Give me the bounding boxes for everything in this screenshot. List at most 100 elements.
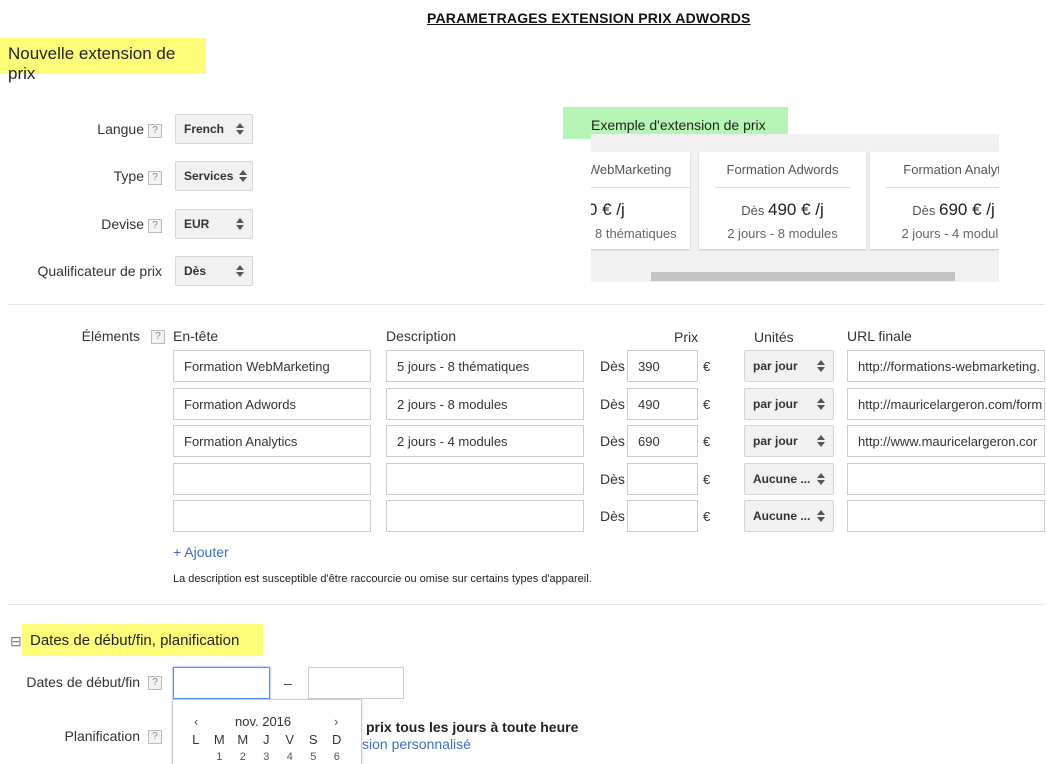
calendar-weekdays: L M M J V S D	[184, 732, 349, 747]
row-description-input[interactable]: 5 jours - 8 thématiques	[386, 350, 584, 382]
select-arrows-icon	[817, 398, 825, 410]
row-header-input[interactable]: Formation WebMarketing	[173, 350, 371, 382]
devise-label: Devise	[101, 216, 144, 232]
weekday-label: V	[285, 732, 295, 747]
planning-help-icon[interactable]: ?	[148, 730, 162, 744]
devise-help-icon[interactable]: ?	[148, 219, 162, 233]
example-scrollbar[interactable]	[651, 272, 955, 281]
calendar-day[interactable]: 3	[255, 751, 279, 763]
langue-label: Langue	[97, 121, 144, 137]
row-unit-select[interactable]: Aucune ...	[744, 463, 834, 495]
row-url-input[interactable]	[847, 500, 1045, 532]
type-label: Type	[113, 168, 144, 184]
start-date-input[interactable]	[173, 667, 270, 699]
row-url-input[interactable]: http://mauricelargeron.com/form	[847, 388, 1045, 420]
weekday-label: M	[237, 732, 249, 747]
weekday-label: L	[192, 732, 200, 747]
column-header-description: Description	[386, 328, 457, 344]
example-card-sub: 2 jours - 8 modules	[727, 226, 838, 241]
section-title-new-extension: Nouvelle extension de prix	[0, 38, 206, 83]
weekday-label: D	[332, 732, 342, 747]
planning-label: Planification	[64, 728, 141, 744]
calendar-month: nov. 2016	[235, 714, 292, 729]
qualificateur-label: Qualificateur de prix	[37, 263, 162, 279]
price-prefix: Dès	[600, 396, 625, 412]
row-header-input[interactable]: Formation Analytics	[173, 425, 371, 457]
dates-label: Dates de début/fin	[26, 674, 140, 690]
qualificateur-select[interactable]: Dès	[175, 256, 253, 286]
example-card-sub: 2 jours - 4 module	[901, 226, 999, 241]
elements-label: Éléments	[81, 328, 140, 344]
langue-select[interactable]: French	[175, 114, 253, 144]
calendar-day[interactable]: 1	[208, 751, 232, 763]
section-title-dates: Dates de début/fin, planification	[22, 624, 263, 656]
type-select[interactable]: Services	[175, 161, 253, 191]
currency-symbol: €	[703, 397, 711, 412]
langue-help-icon[interactable]: ?	[148, 124, 162, 138]
row-price-input[interactable]: 490	[627, 388, 698, 420]
row-header-input[interactable]	[173, 500, 371, 532]
currency-symbol: €	[703, 472, 711, 487]
elements-help-icon[interactable]: ?	[151, 330, 165, 344]
add-element-link[interactable]: + Ajouter	[173, 544, 229, 560]
row-price-input[interactable]	[627, 463, 698, 495]
row-url-input[interactable]: http://formations-webmarketing.	[847, 350, 1045, 382]
column-header-url: URL finale	[847, 328, 912, 344]
calendar-week: 1 2 3 4 5 6	[184, 751, 349, 763]
calendar-next-icon[interactable]: ›	[334, 714, 338, 729]
row-price-input[interactable]	[627, 500, 698, 532]
planning-text: prix tous les jours à toute heure	[366, 719, 579, 735]
type-help-icon[interactable]: ?	[148, 171, 162, 185]
planning-custom-link[interactable]: sion personnalisé	[362, 736, 471, 752]
row-price-input[interactable]: 690	[627, 425, 698, 457]
row-url-input[interactable]: http://www.mauricelargeron.cor	[847, 425, 1045, 457]
row-price-input[interactable]: 390	[627, 350, 698, 382]
row-description-input[interactable]: 2 jours - 8 modules	[386, 388, 584, 420]
row-unit-select[interactable]: par jour	[744, 425, 834, 457]
date-picker: ‹ nov. 2016 › L M M J V S D 1 2 3 4 5 6	[172, 699, 362, 764]
row-description-input[interactable]	[386, 463, 584, 495]
select-arrows-icon	[239, 170, 248, 182]
row-unit-select[interactable]: par jour	[744, 388, 834, 420]
price-prefix: Dès	[600, 358, 625, 374]
select-arrows-icon	[817, 435, 825, 447]
row-header-input[interactable]: Formation Adwords	[173, 388, 371, 420]
row-header-input[interactable]	[173, 463, 371, 495]
end-date-input[interactable]	[308, 667, 404, 699]
select-arrows-icon	[236, 265, 244, 277]
example-card: Formation Analyti Dès 690 € /j 2 jours -…	[870, 152, 999, 249]
example-card: Formation Adwords Dès 490 € /j 2 jours -…	[699, 152, 866, 249]
currency-symbol: €	[703, 434, 711, 449]
price-prefix: Dès	[600, 508, 625, 524]
page-title: PARAMETRAGES EXTENSION PRIX ADWORDS	[427, 10, 751, 26]
row-url-input[interactable]	[847, 463, 1045, 495]
currency-symbol: €	[703, 359, 711, 374]
example-card-price: Dès 490 € /j	[741, 200, 824, 219]
calendar-prev-icon[interactable]: ‹	[194, 714, 198, 729]
row-description-input[interactable]: 2 jours - 4 modules	[386, 425, 584, 457]
calendar-day[interactable]: 2	[231, 751, 255, 763]
select-arrows-icon	[817, 510, 825, 522]
calendar-day[interactable]: 6	[325, 751, 349, 763]
example-preview: n WebMarketing 390 € /j 8 thématiques Fo…	[591, 134, 999, 282]
weekday-label: S	[308, 732, 318, 747]
weekday-label: M	[213, 732, 225, 747]
collapse-toggle-icon[interactable]: ⊟	[10, 633, 22, 650]
calendar-day[interactable]	[184, 751, 208, 763]
row-description-input[interactable]	[386, 500, 584, 532]
devise-select[interactable]: EUR	[175, 209, 253, 239]
calendar-day[interactable]: 4	[278, 751, 302, 763]
example-card-header: Formation Adwords	[715, 152, 850, 188]
example-card-header: n WebMarketing	[591, 152, 690, 188]
row-unit-select[interactable]: par jour	[744, 350, 834, 382]
date-range-dash: –	[284, 675, 292, 691]
calendar-day[interactable]: 5	[302, 751, 326, 763]
select-arrows-icon	[817, 360, 825, 372]
select-arrows-icon	[236, 218, 244, 230]
dates-help-icon[interactable]: ?	[148, 676, 162, 690]
currency-symbol: €	[703, 509, 711, 524]
column-header-unites: Unités	[754, 329, 794, 345]
example-card-price: Dès 690 € /j	[912, 200, 995, 219]
row-unit-select[interactable]: Aucune ...	[744, 500, 834, 532]
divider	[8, 304, 1045, 305]
